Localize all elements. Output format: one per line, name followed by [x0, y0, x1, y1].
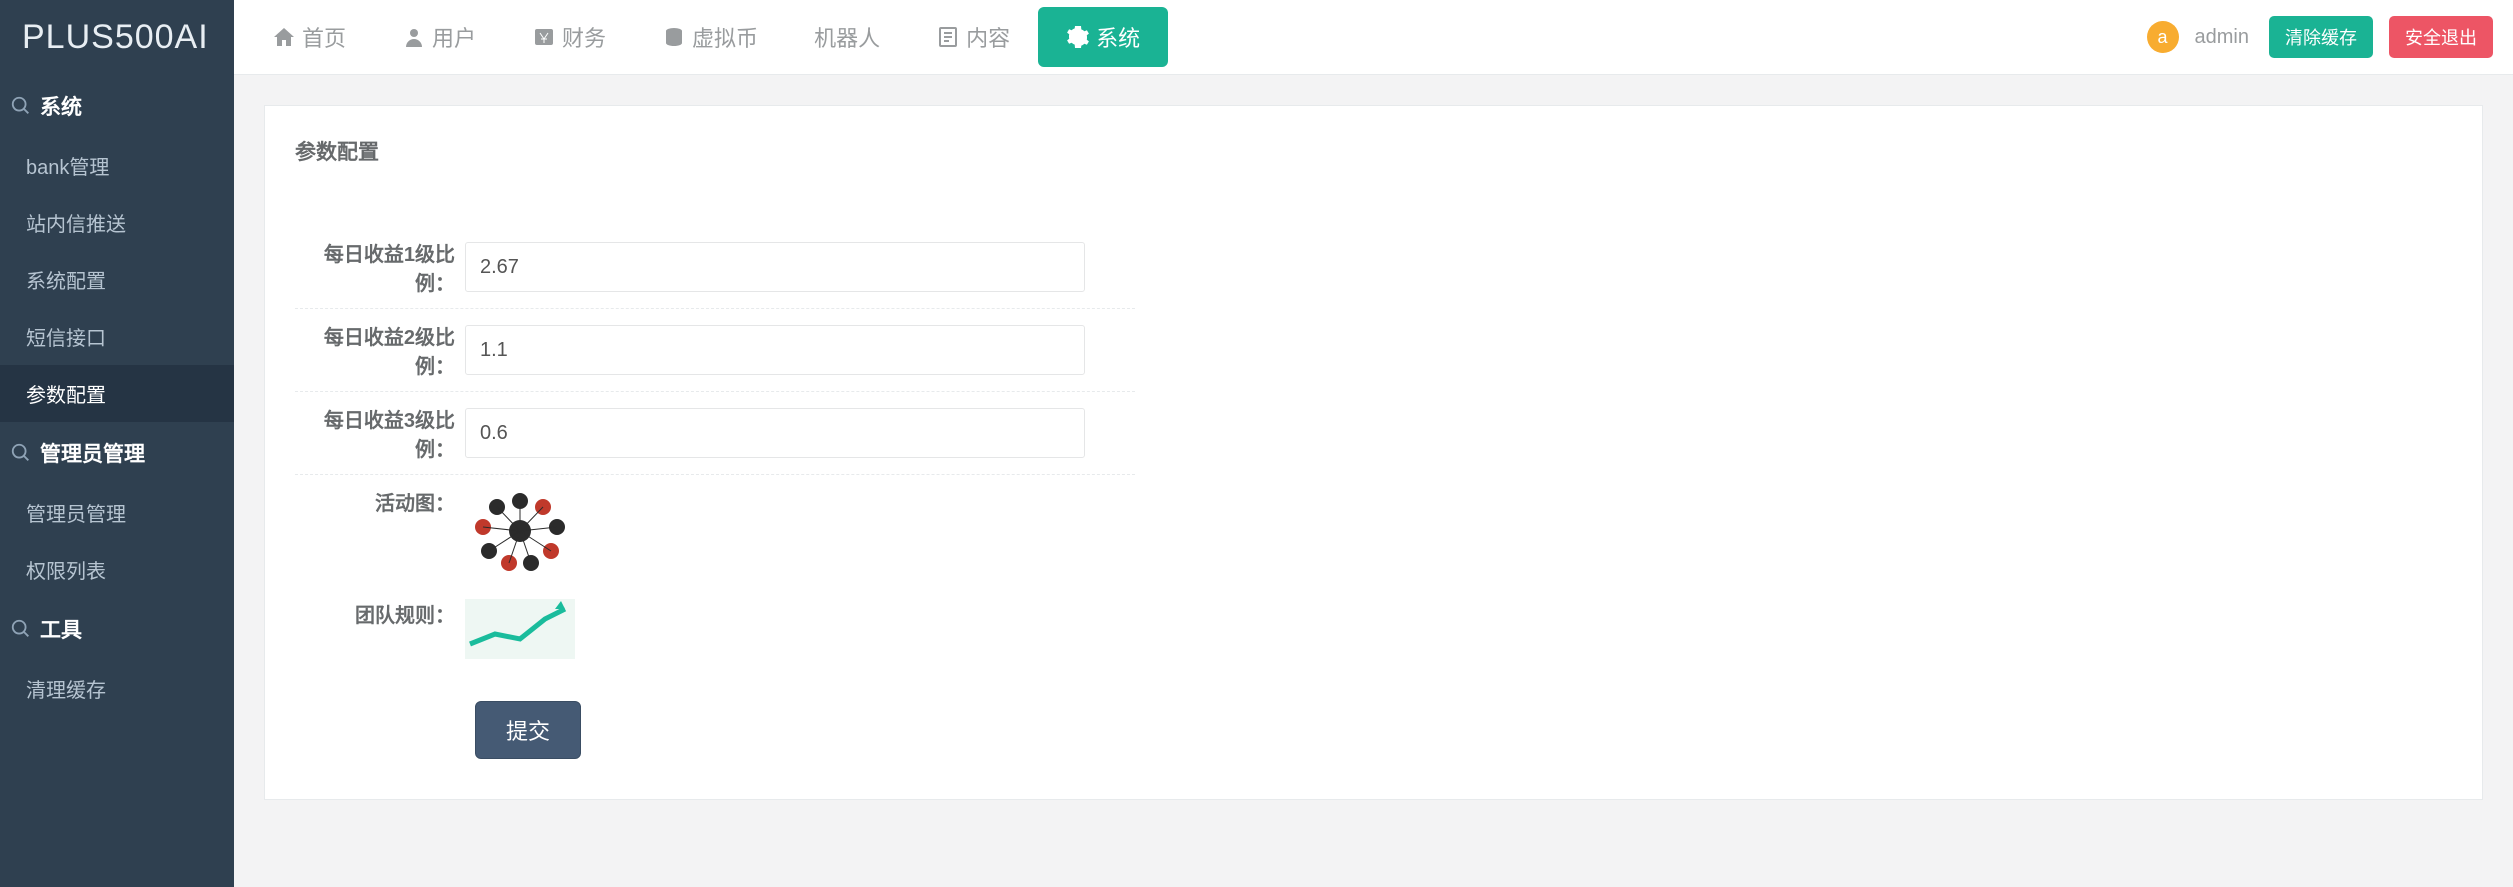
nav-home[interactable]: 首页 [244, 7, 374, 67]
logout-button[interactable]: 安全退出 [2389, 16, 2493, 58]
sidebar-item-params[interactable]: 参数配置 [0, 365, 234, 422]
row-ratio2: 每日收益2级比例： [295, 309, 1135, 392]
money-icon [532, 25, 556, 49]
sidebar-section-label: 管理员管理 [40, 438, 145, 468]
search-icon [10, 442, 32, 464]
row-team-rule: 团队规则： [295, 587, 1135, 671]
sidebar-item-sysconf[interactable]: 系统配置 [0, 251, 234, 308]
nav-label: 首页 [302, 21, 346, 53]
sidebar-section-admin[interactable]: 管理员管理 [0, 422, 234, 484]
row-ratio3: 每日收益3级比例： [295, 392, 1135, 475]
nav-finance[interactable]: 财务 [504, 7, 634, 67]
sidebar-item-sitemsg[interactable]: 站内信推送 [0, 194, 234, 251]
sidebar-item-perms[interactable]: 权限列表 [0, 541, 234, 598]
growth-chart-icon [465, 599, 575, 659]
sidebar-section-tools[interactable]: 工具 [0, 598, 234, 660]
clear-cache-button[interactable]: 清除缓存 [2269, 16, 2373, 58]
search-icon [10, 618, 32, 640]
gear-icon [1066, 25, 1090, 49]
nav-content[interactable]: 内容 [908, 7, 1038, 67]
nav-label: 虚拟币 [692, 21, 758, 53]
label-activity-img: 活动图： [295, 487, 465, 516]
sidebar-item-bank[interactable]: bank管理 [0, 137, 234, 194]
document-icon [936, 25, 960, 49]
sidebar-item-sms[interactable]: 短信接口 [0, 308, 234, 365]
nav-user[interactable]: 用户 [374, 7, 504, 67]
sidebar-section-label: 系统 [40, 91, 82, 121]
content-area: 参数配置 每日收益1级比例： 每日收益2级比例： 每日收益3级比例： 活动图： [234, 75, 2513, 887]
row-activity-img: 活动图： [295, 475, 1135, 587]
nav-label: 用户 [432, 21, 476, 53]
topbar-right: a admin 清除缓存 安全退出 [2147, 16, 2513, 58]
label-ratio2: 每日收益2级比例： [295, 321, 465, 379]
nav-label: 系统 [1096, 21, 1140, 53]
panel-title: 参数配置 [295, 136, 2452, 166]
activity-image-thumb[interactable] [465, 487, 575, 575]
panel-params: 参数配置 每日收益1级比例： 每日收益2级比例： 每日收益3级比例： 活动图： [264, 105, 2483, 800]
nav-system[interactable]: 系统 [1038, 7, 1168, 67]
username: admin [2195, 26, 2249, 49]
nav-label: 财务 [562, 21, 606, 53]
network-graphic-icon [465, 487, 575, 575]
nav-virtualcoin[interactable]: 虚拟币 [634, 7, 786, 67]
label-team-rule: 团队规则： [295, 599, 465, 628]
user-icon [402, 25, 426, 49]
submit-row: 提交 [295, 671, 2452, 759]
label-ratio1: 每日收益1级比例： [295, 238, 465, 296]
brand-logo: PLUS500AI [0, 0, 234, 75]
input-ratio3[interactable] [465, 408, 1085, 458]
sidebar: PLUS500AI 系统 bank管理 站内信推送 系统配置 短信接口 参数配置… [0, 0, 234, 887]
database-icon [662, 25, 686, 49]
label-ratio3: 每日收益3级比例： [295, 404, 465, 462]
nav-robot[interactable]: 机器人 [786, 7, 908, 67]
row-ratio1: 每日收益1级比例： [295, 226, 1135, 309]
topbar: 首页 用户 财务 虚拟币 机器人 内容 系统 a admin 清除缓存 安全退出 [234, 0, 2513, 75]
team-rule-image-thumb[interactable] [465, 599, 575, 659]
input-ratio2[interactable] [465, 325, 1085, 375]
nav-label: 内容 [966, 21, 1010, 53]
input-ratio1[interactable] [465, 242, 1085, 292]
search-icon [10, 95, 32, 117]
sidebar-item-clearcache[interactable]: 清理缓存 [0, 660, 234, 717]
sidebar-section-system[interactable]: 系统 [0, 75, 234, 137]
avatar[interactable]: a [2147, 21, 2179, 53]
sidebar-item-adminmgmt[interactable]: 管理员管理 [0, 484, 234, 541]
nav-label: 机器人 [814, 21, 880, 53]
home-icon [272, 25, 296, 49]
sidebar-section-label: 工具 [40, 614, 82, 644]
submit-button[interactable]: 提交 [475, 701, 581, 759]
